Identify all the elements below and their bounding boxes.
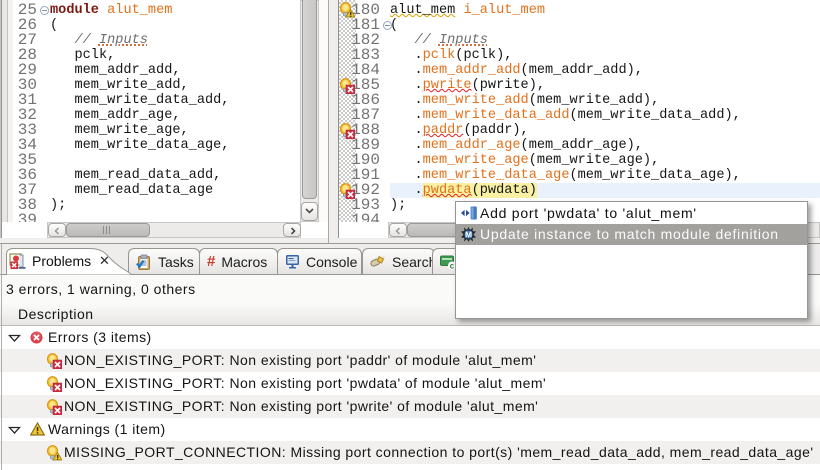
svg-text:M: M <box>465 230 472 240</box>
